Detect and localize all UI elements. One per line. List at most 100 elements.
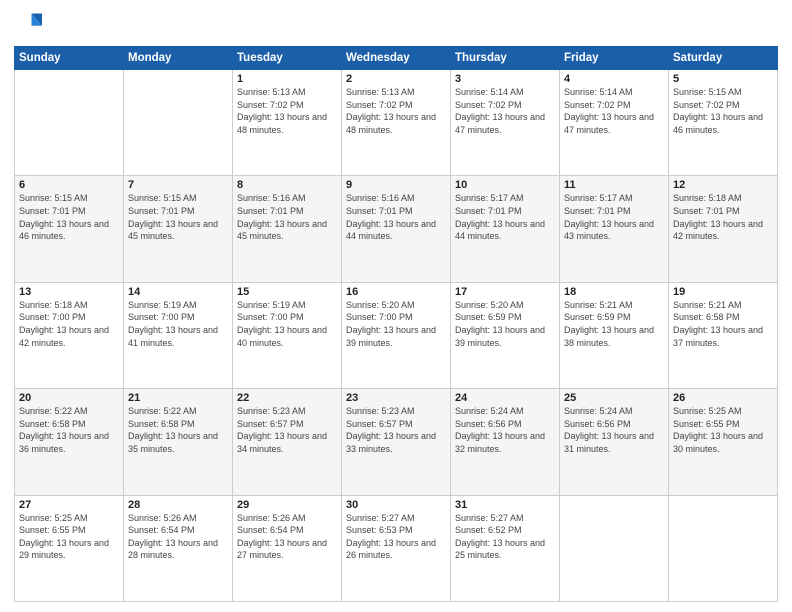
weekday-header: Thursday: [451, 47, 560, 70]
day-number: 25: [564, 392, 664, 404]
day-number: 16: [346, 286, 446, 298]
day-info: Sunrise: 5:22 AM Sunset: 6:58 PM Dayligh…: [128, 405, 228, 455]
day-number: 8: [237, 179, 337, 191]
calendar-cell: 18Sunrise: 5:21 AM Sunset: 6:59 PM Dayli…: [560, 282, 669, 388]
day-number: 17: [455, 286, 555, 298]
day-number: 29: [237, 499, 337, 511]
day-number: 15: [237, 286, 337, 298]
day-number: 22: [237, 392, 337, 404]
calendar-cell: 8Sunrise: 5:16 AM Sunset: 7:01 PM Daylig…: [233, 176, 342, 282]
calendar-week-row: 13Sunrise: 5:18 AM Sunset: 7:00 PM Dayli…: [15, 282, 778, 388]
day-number: 20: [19, 392, 119, 404]
day-info: Sunrise: 5:27 AM Sunset: 6:53 PM Dayligh…: [346, 512, 446, 562]
calendar-week-row: 27Sunrise: 5:25 AM Sunset: 6:55 PM Dayli…: [15, 495, 778, 601]
day-info: Sunrise: 5:26 AM Sunset: 6:54 PM Dayligh…: [237, 512, 337, 562]
day-info: Sunrise: 5:25 AM Sunset: 6:55 PM Dayligh…: [673, 405, 773, 455]
calendar-cell: 27Sunrise: 5:25 AM Sunset: 6:55 PM Dayli…: [15, 495, 124, 601]
calendar-cell: 11Sunrise: 5:17 AM Sunset: 7:01 PM Dayli…: [560, 176, 669, 282]
calendar-cell: 12Sunrise: 5:18 AM Sunset: 7:01 PM Dayli…: [669, 176, 778, 282]
day-info: Sunrise: 5:16 AM Sunset: 7:01 PM Dayligh…: [346, 192, 446, 242]
day-number: 14: [128, 286, 228, 298]
day-info: Sunrise: 5:22 AM Sunset: 6:58 PM Dayligh…: [19, 405, 119, 455]
day-number: 5: [673, 73, 773, 85]
day-info: Sunrise: 5:13 AM Sunset: 7:02 PM Dayligh…: [237, 86, 337, 136]
weekday-header: Tuesday: [233, 47, 342, 70]
calendar-cell: 30Sunrise: 5:27 AM Sunset: 6:53 PM Dayli…: [342, 495, 451, 601]
day-info: Sunrise: 5:20 AM Sunset: 7:00 PM Dayligh…: [346, 299, 446, 349]
day-info: Sunrise: 5:20 AM Sunset: 6:59 PM Dayligh…: [455, 299, 555, 349]
day-info: Sunrise: 5:18 AM Sunset: 7:01 PM Dayligh…: [673, 192, 773, 242]
day-number: 31: [455, 499, 555, 511]
day-number: 13: [19, 286, 119, 298]
day-info: Sunrise: 5:17 AM Sunset: 7:01 PM Dayligh…: [455, 192, 555, 242]
day-number: 7: [128, 179, 228, 191]
calendar-cell: 29Sunrise: 5:26 AM Sunset: 6:54 PM Dayli…: [233, 495, 342, 601]
weekday-header: Monday: [124, 47, 233, 70]
calendar-cell: 21Sunrise: 5:22 AM Sunset: 6:58 PM Dayli…: [124, 389, 233, 495]
calendar-cell: 31Sunrise: 5:27 AM Sunset: 6:52 PM Dayli…: [451, 495, 560, 601]
day-number: 30: [346, 499, 446, 511]
day-info: Sunrise: 5:13 AM Sunset: 7:02 PM Dayligh…: [346, 86, 446, 136]
day-info: Sunrise: 5:17 AM Sunset: 7:01 PM Dayligh…: [564, 192, 664, 242]
day-info: Sunrise: 5:16 AM Sunset: 7:01 PM Dayligh…: [237, 192, 337, 242]
day-info: Sunrise: 5:15 AM Sunset: 7:01 PM Dayligh…: [19, 192, 119, 242]
calendar-cell: 2Sunrise: 5:13 AM Sunset: 7:02 PM Daylig…: [342, 70, 451, 176]
day-info: Sunrise: 5:23 AM Sunset: 6:57 PM Dayligh…: [237, 405, 337, 455]
weekday-header: Wednesday: [342, 47, 451, 70]
day-info: Sunrise: 5:23 AM Sunset: 6:57 PM Dayligh…: [346, 405, 446, 455]
day-number: 11: [564, 179, 664, 191]
calendar-cell: 7Sunrise: 5:15 AM Sunset: 7:01 PM Daylig…: [124, 176, 233, 282]
logo: [14, 10, 46, 38]
day-info: Sunrise: 5:15 AM Sunset: 7:01 PM Dayligh…: [128, 192, 228, 242]
day-info: Sunrise: 5:18 AM Sunset: 7:00 PM Dayligh…: [19, 299, 119, 349]
calendar-cell: 28Sunrise: 5:26 AM Sunset: 6:54 PM Dayli…: [124, 495, 233, 601]
calendar-cell: 3Sunrise: 5:14 AM Sunset: 7:02 PM Daylig…: [451, 70, 560, 176]
calendar-cell: 4Sunrise: 5:14 AM Sunset: 7:02 PM Daylig…: [560, 70, 669, 176]
day-info: Sunrise: 5:24 AM Sunset: 6:56 PM Dayligh…: [564, 405, 664, 455]
day-info: Sunrise: 5:26 AM Sunset: 6:54 PM Dayligh…: [128, 512, 228, 562]
day-number: 3: [455, 73, 555, 85]
day-number: 21: [128, 392, 228, 404]
day-number: 1: [237, 73, 337, 85]
day-number: 12: [673, 179, 773, 191]
calendar-cell: [669, 495, 778, 601]
day-number: 26: [673, 392, 773, 404]
day-number: 18: [564, 286, 664, 298]
calendar-cell: 10Sunrise: 5:17 AM Sunset: 7:01 PM Dayli…: [451, 176, 560, 282]
header: [14, 10, 778, 38]
calendar-cell: 14Sunrise: 5:19 AM Sunset: 7:00 PM Dayli…: [124, 282, 233, 388]
day-info: Sunrise: 5:19 AM Sunset: 7:00 PM Dayligh…: [237, 299, 337, 349]
calendar-cell: [560, 495, 669, 601]
day-number: 24: [455, 392, 555, 404]
day-info: Sunrise: 5:25 AM Sunset: 6:55 PM Dayligh…: [19, 512, 119, 562]
calendar-week-row: 20Sunrise: 5:22 AM Sunset: 6:58 PM Dayli…: [15, 389, 778, 495]
calendar-week-row: 1Sunrise: 5:13 AM Sunset: 7:02 PM Daylig…: [15, 70, 778, 176]
calendar-cell: 1Sunrise: 5:13 AM Sunset: 7:02 PM Daylig…: [233, 70, 342, 176]
calendar-cell: 24Sunrise: 5:24 AM Sunset: 6:56 PM Dayli…: [451, 389, 560, 495]
calendar-cell: 9Sunrise: 5:16 AM Sunset: 7:01 PM Daylig…: [342, 176, 451, 282]
calendar-table: SundayMondayTuesdayWednesdayThursdayFrid…: [14, 46, 778, 602]
day-number: 28: [128, 499, 228, 511]
day-number: 27: [19, 499, 119, 511]
day-number: 23: [346, 392, 446, 404]
day-info: Sunrise: 5:21 AM Sunset: 6:58 PM Dayligh…: [673, 299, 773, 349]
day-info: Sunrise: 5:21 AM Sunset: 6:59 PM Dayligh…: [564, 299, 664, 349]
calendar-cell: [124, 70, 233, 176]
day-number: 2: [346, 73, 446, 85]
day-info: Sunrise: 5:14 AM Sunset: 7:02 PM Dayligh…: [455, 86, 555, 136]
day-info: Sunrise: 5:19 AM Sunset: 7:00 PM Dayligh…: [128, 299, 228, 349]
day-info: Sunrise: 5:27 AM Sunset: 6:52 PM Dayligh…: [455, 512, 555, 562]
calendar-cell: 19Sunrise: 5:21 AM Sunset: 6:58 PM Dayli…: [669, 282, 778, 388]
calendar-cell: 25Sunrise: 5:24 AM Sunset: 6:56 PM Dayli…: [560, 389, 669, 495]
calendar-cell: 23Sunrise: 5:23 AM Sunset: 6:57 PM Dayli…: [342, 389, 451, 495]
page: SundayMondayTuesdayWednesdayThursdayFrid…: [0, 0, 792, 612]
day-number: 19: [673, 286, 773, 298]
day-number: 6: [19, 179, 119, 191]
calendar-cell: 26Sunrise: 5:25 AM Sunset: 6:55 PM Dayli…: [669, 389, 778, 495]
calendar-cell: 15Sunrise: 5:19 AM Sunset: 7:00 PM Dayli…: [233, 282, 342, 388]
calendar-cell: 5Sunrise: 5:15 AM Sunset: 7:02 PM Daylig…: [669, 70, 778, 176]
calendar-week-row: 6Sunrise: 5:15 AM Sunset: 7:01 PM Daylig…: [15, 176, 778, 282]
calendar-cell: 6Sunrise: 5:15 AM Sunset: 7:01 PM Daylig…: [15, 176, 124, 282]
day-number: 9: [346, 179, 446, 191]
logo-icon: [14, 10, 42, 38]
